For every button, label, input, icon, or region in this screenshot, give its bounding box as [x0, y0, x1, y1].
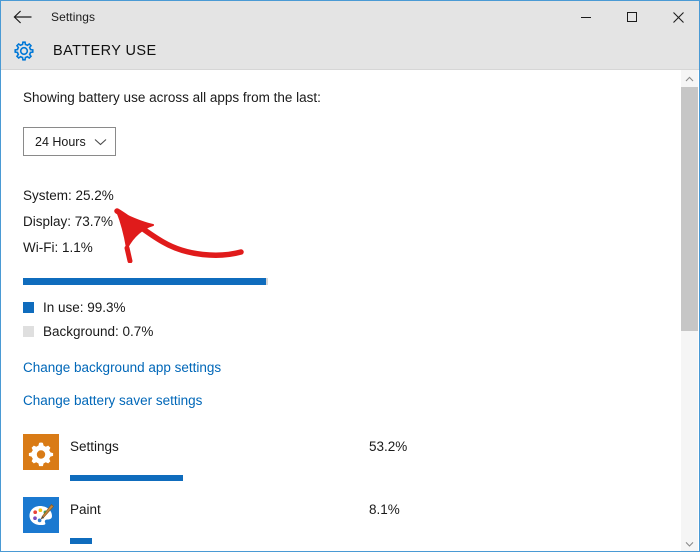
app-percent: 8.1% — [369, 502, 400, 517]
overall-usage-bar-fill — [23, 278, 267, 285]
close-button[interactable] — [655, 1, 699, 33]
vertical-scrollbar[interactable] — [681, 70, 698, 551]
chevron-down-icon — [94, 137, 107, 146]
app-name: Paint — [70, 502, 101, 517]
legend-label-background: Background: 0.7% — [43, 324, 154, 339]
stat-wifi: Wi-Fi: 1.1% — [23, 240, 93, 255]
settings-window: Settings BATTERY USE Showing battery use… — [0, 0, 700, 552]
scrollbar-thumb[interactable] — [681, 87, 698, 331]
window-controls — [563, 1, 699, 33]
maximize-button[interactable] — [609, 1, 655, 33]
paint-palette-app-icon — [23, 497, 59, 533]
scroll-down-button[interactable] — [681, 535, 698, 551]
link-change-battery-saver-settings[interactable]: Change battery saver settings — [23, 393, 202, 408]
settings-gear-app-icon — [23, 434, 59, 470]
page-header: BATTERY USE — [1, 33, 699, 69]
back-button[interactable] — [1, 1, 45, 33]
app-usage-bar — [70, 538, 315, 544]
legend-label-in-use: In use: 99.3% — [43, 300, 126, 315]
link-change-background-app-settings[interactable]: Change background app settings — [23, 360, 221, 375]
time-range-dropdown[interactable]: 24 Hours — [23, 127, 116, 156]
app-usage-bar — [70, 475, 315, 481]
legend-item-background: Background: 0.7% — [23, 324, 153, 339]
app-usage-bar-fill — [70, 475, 183, 481]
window-title: Settings — [51, 10, 96, 24]
overall-usage-bar — [23, 278, 268, 285]
app-list-item[interactable]: Settings 53.2% — [2, 432, 642, 494]
maximize-icon — [626, 11, 638, 23]
back-arrow-icon — [13, 10, 33, 24]
legend-item-in-use: In use: 99.3% — [23, 300, 126, 315]
minimize-button[interactable] — [563, 1, 609, 33]
intro-text: Showing battery use across all apps from… — [23, 90, 321, 105]
stat-display: Display: 73.7% — [23, 214, 114, 229]
red-annotation-arrow — [114, 208, 244, 263]
gear-icon — [11, 38, 37, 64]
legend-swatch-background — [23, 326, 34, 337]
title-bar: Settings — [1, 1, 699, 33]
stat-system: System: 25.2% — [23, 188, 114, 203]
time-range-value: 24 Hours — [35, 134, 86, 149]
minimize-icon — [580, 11, 592, 23]
scroll-down-icon — [685, 541, 694, 547]
app-list-item[interactable]: Paint 8.1% — [2, 495, 642, 551]
legend-swatch-in-use — [23, 302, 34, 313]
app-usage-bar-fill — [70, 538, 93, 544]
close-icon — [672, 11, 685, 24]
app-percent: 53.2% — [369, 439, 408, 454]
page-title: BATTERY USE — [53, 43, 157, 59]
scroll-up-icon — [685, 76, 694, 82]
scroll-up-button[interactable] — [681, 70, 698, 87]
app-name: Settings — [70, 439, 119, 454]
content-area: Showing battery use across all apps from… — [2, 70, 680, 551]
